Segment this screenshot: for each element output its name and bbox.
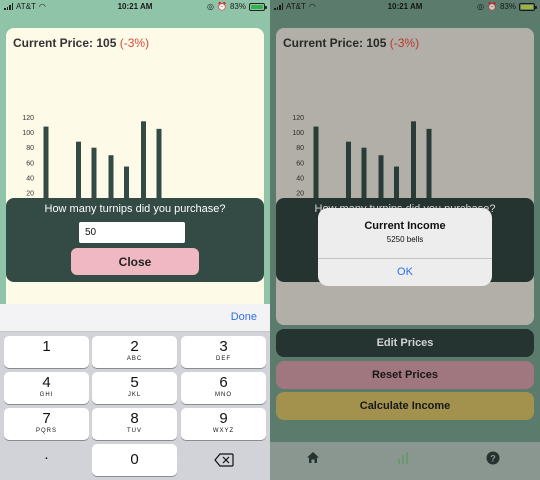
prompt-text: How many turnips did you purchase?: [44, 203, 226, 215]
current-price: Current Price: 105 (-3%): [13, 36, 149, 50]
location-icon: ◎: [207, 2, 215, 11]
income-alert: Current Income 5250 bells OK: [318, 208, 492, 286]
key-7[interactable]: 7 PQRS: [4, 408, 89, 440]
chart-bar: [156, 128, 162, 208]
purchase-prompt: How many turnips did you purchase? Close: [6, 198, 264, 282]
battery-icon: [249, 2, 267, 11]
key-4[interactable]: 4 GHI: [4, 372, 89, 404]
done-button[interactable]: Done: [231, 311, 257, 323]
status-right: ◎ ⏰ 83%: [207, 2, 267, 11]
key-0[interactable]: 0: [92, 444, 177, 476]
chart-bar: [141, 121, 146, 208]
numeric-keyboard: Done 1 2 ABC 3 DEF 4 GHI 5 JKL 6 MNO 7 PQRS 8T…: [0, 304, 270, 480]
key-decimal[interactable]: .: [4, 444, 89, 476]
close-button[interactable]: Close: [71, 248, 199, 275]
y-tick-label: 100: [22, 130, 34, 137]
key-3[interactable]: 3 DEF: [181, 336, 266, 368]
y-tick-label: 60: [26, 160, 34, 167]
y-tick-label: 80: [26, 145, 34, 152]
key-1[interactable]: 1: [4, 336, 89, 368]
price-label: Current Price:: [13, 36, 94, 50]
key-9[interactable]: 9 WXYZ: [181, 408, 266, 440]
key-6[interactable]: 6 MNO: [181, 372, 266, 404]
battery-percent: 83%: [229, 2, 246, 11]
alarm-icon: ⏰: [217, 2, 227, 11]
backspace-icon: [213, 453, 234, 467]
alert-message: 5250 bells: [386, 235, 424, 244]
price-change: (-3%): [119, 36, 150, 50]
key-8[interactable]: 8 TUV: [92, 408, 177, 440]
keyboard-toolbar: Done: [0, 304, 270, 332]
quantity-input[interactable]: [79, 222, 185, 243]
chart-bar: [43, 126, 49, 208]
price-value: 105: [96, 36, 117, 50]
y-tick-label: 40: [26, 175, 34, 182]
key-backspace[interactable]: [181, 444, 266, 476]
left-screen: AT&T ◠ 10:21 AM ◎ ⏰ 83% Current Price: 1…: [0, 0, 270, 480]
y-tick-label: 20: [26, 190, 34, 197]
alert-ok-button[interactable]: OK: [318, 259, 492, 286]
key-5[interactable]: 5 JKL: [92, 372, 177, 404]
alert-title: Current Income: [364, 220, 446, 232]
right-screen: AT&T ◠ 10:21 AM ◎ ⏰ 83% Current Price: 1…: [270, 0, 540, 480]
status-bar: AT&T ◠ 10:21 AM ◎ ⏰ 83%: [0, 0, 270, 14]
key-2[interactable]: 2 ABC: [92, 336, 177, 368]
y-tick-label: 120: [22, 115, 34, 122]
